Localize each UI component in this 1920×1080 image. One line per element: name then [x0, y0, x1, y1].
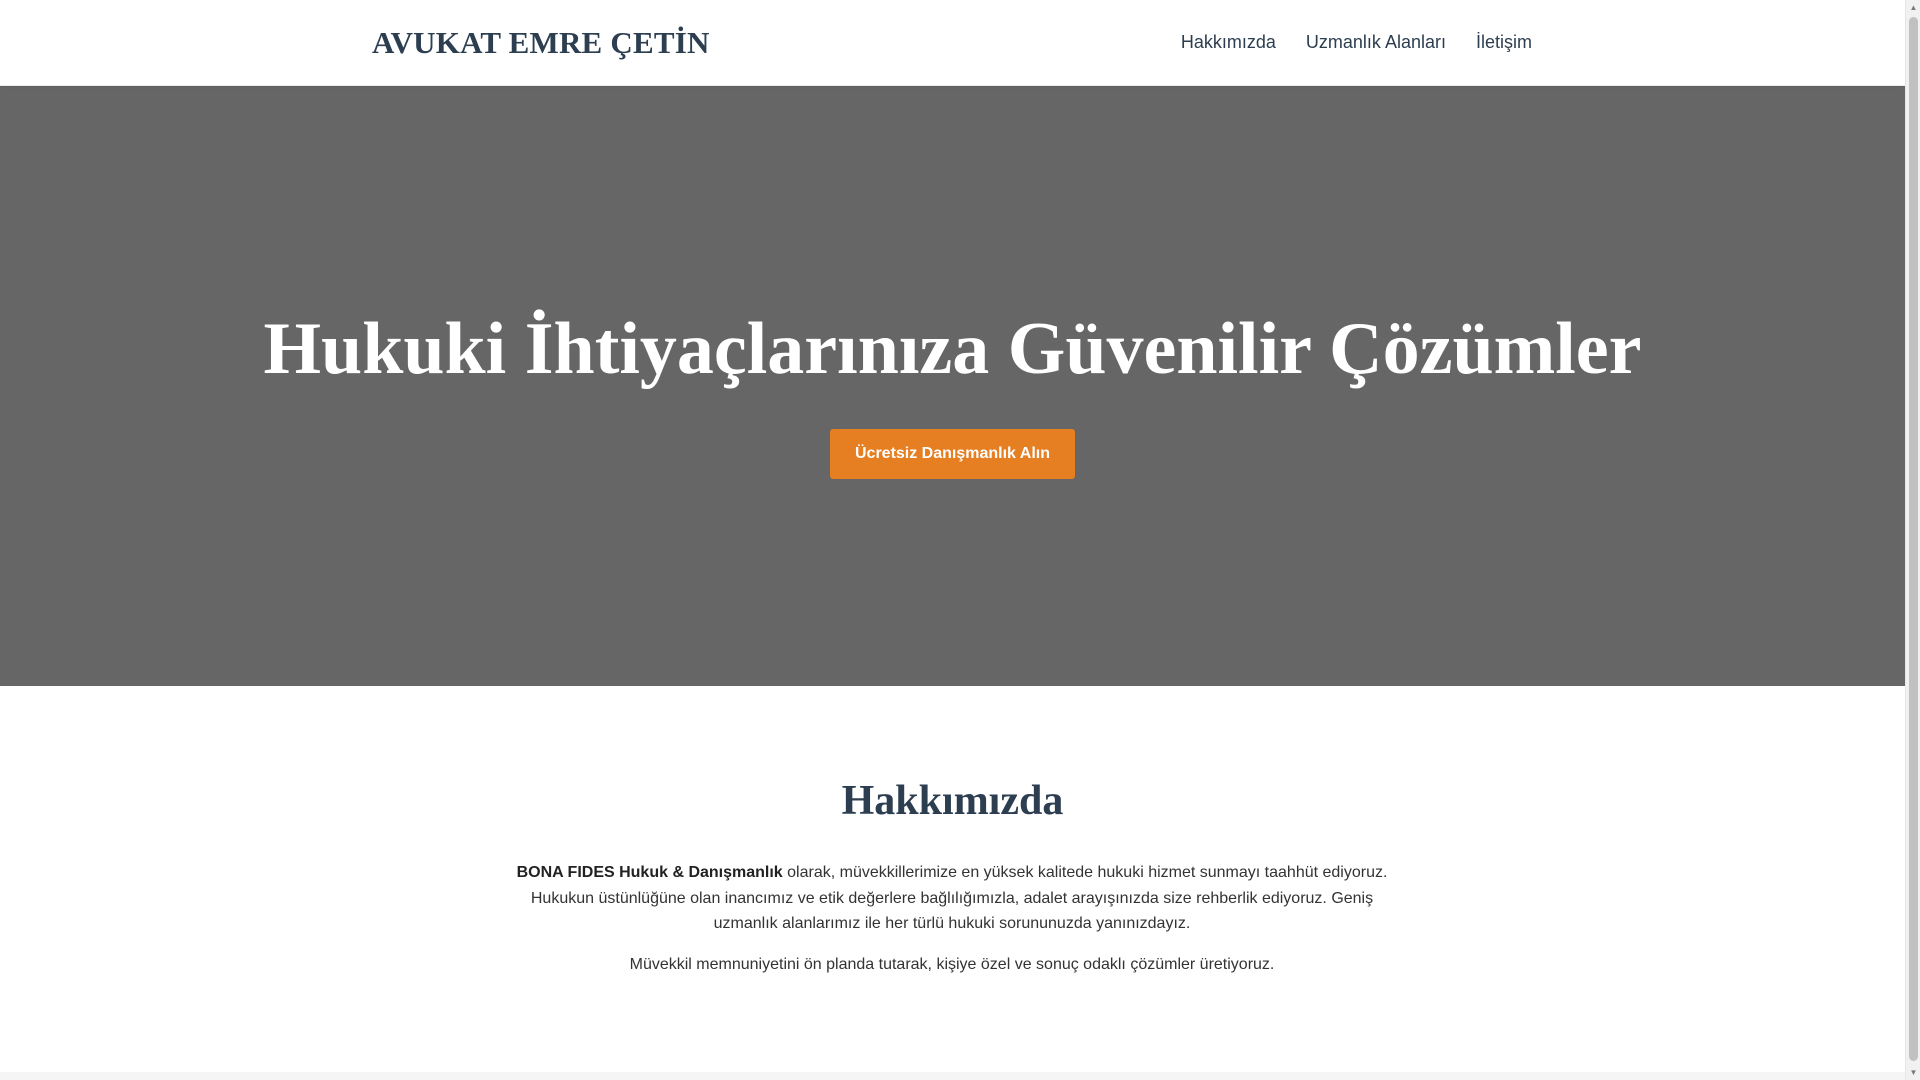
- next-section-edge: [0, 1072, 1905, 1080]
- about-paragraph-1: BONA FIDES Hukuk & Danışmanlık olarak, m…: [502, 860, 1402, 937]
- about-text: BONA FIDES Hukuk & Danışmanlık olarak, m…: [502, 860, 1402, 977]
- hero-section: Hukuki İhtiyaçlarınıza Güvenilir Çözümle…: [0, 86, 1905, 686]
- page-content: AVUKAT EMRE ÇETİN Hakkımızda Uzmanlık Al…: [0, 0, 1905, 1080]
- nav-link-contact[interactable]: İletişim: [1476, 30, 1532, 54]
- about-title: Hakkımızda: [841, 778, 1064, 824]
- page: AVUKAT EMRE ÇETİN Hakkımızda Uzmanlık Al…: [0, 0, 1920, 1080]
- nav-link-practice-areas[interactable]: Uzmanlık Alanları: [1306, 30, 1446, 54]
- scroll-up-arrow-icon[interactable]: ▲: [1906, 0, 1920, 15]
- site-logo[interactable]: AVUKAT EMRE ÇETİN: [372, 22, 710, 64]
- about-section: Hakkımızda BONA FIDES Hukuk & Danışmanlı…: [0, 686, 1905, 1072]
- hero-title: Hukuki İhtiyaçlarınıza Güvenilir Çözümle…: [263, 308, 1642, 390]
- nav-link-about[interactable]: Hakkımızda: [1181, 30, 1276, 54]
- firm-name: BONA FIDES Hukuk & Danışmanlık: [516, 864, 783, 881]
- free-consultation-button[interactable]: Ücretsiz Danışmanlık Alın: [830, 429, 1075, 479]
- site-header: AVUKAT EMRE ÇETİN Hakkımızda Uzmanlık Al…: [0, 0, 1905, 86]
- scroll-down-arrow-icon[interactable]: ▼: [1906, 1065, 1920, 1080]
- main-nav: Hakkımızda Uzmanlık Alanları İletişim: [1181, 30, 1532, 54]
- vertical-scrollbar[interactable]: ▲ ▼: [1905, 0, 1920, 1080]
- scrollbar-thumb[interactable]: [1909, 17, 1918, 1061]
- about-paragraph-2: Müvekkil memnuniyetini ön planda tutarak…: [629, 955, 1275, 973]
